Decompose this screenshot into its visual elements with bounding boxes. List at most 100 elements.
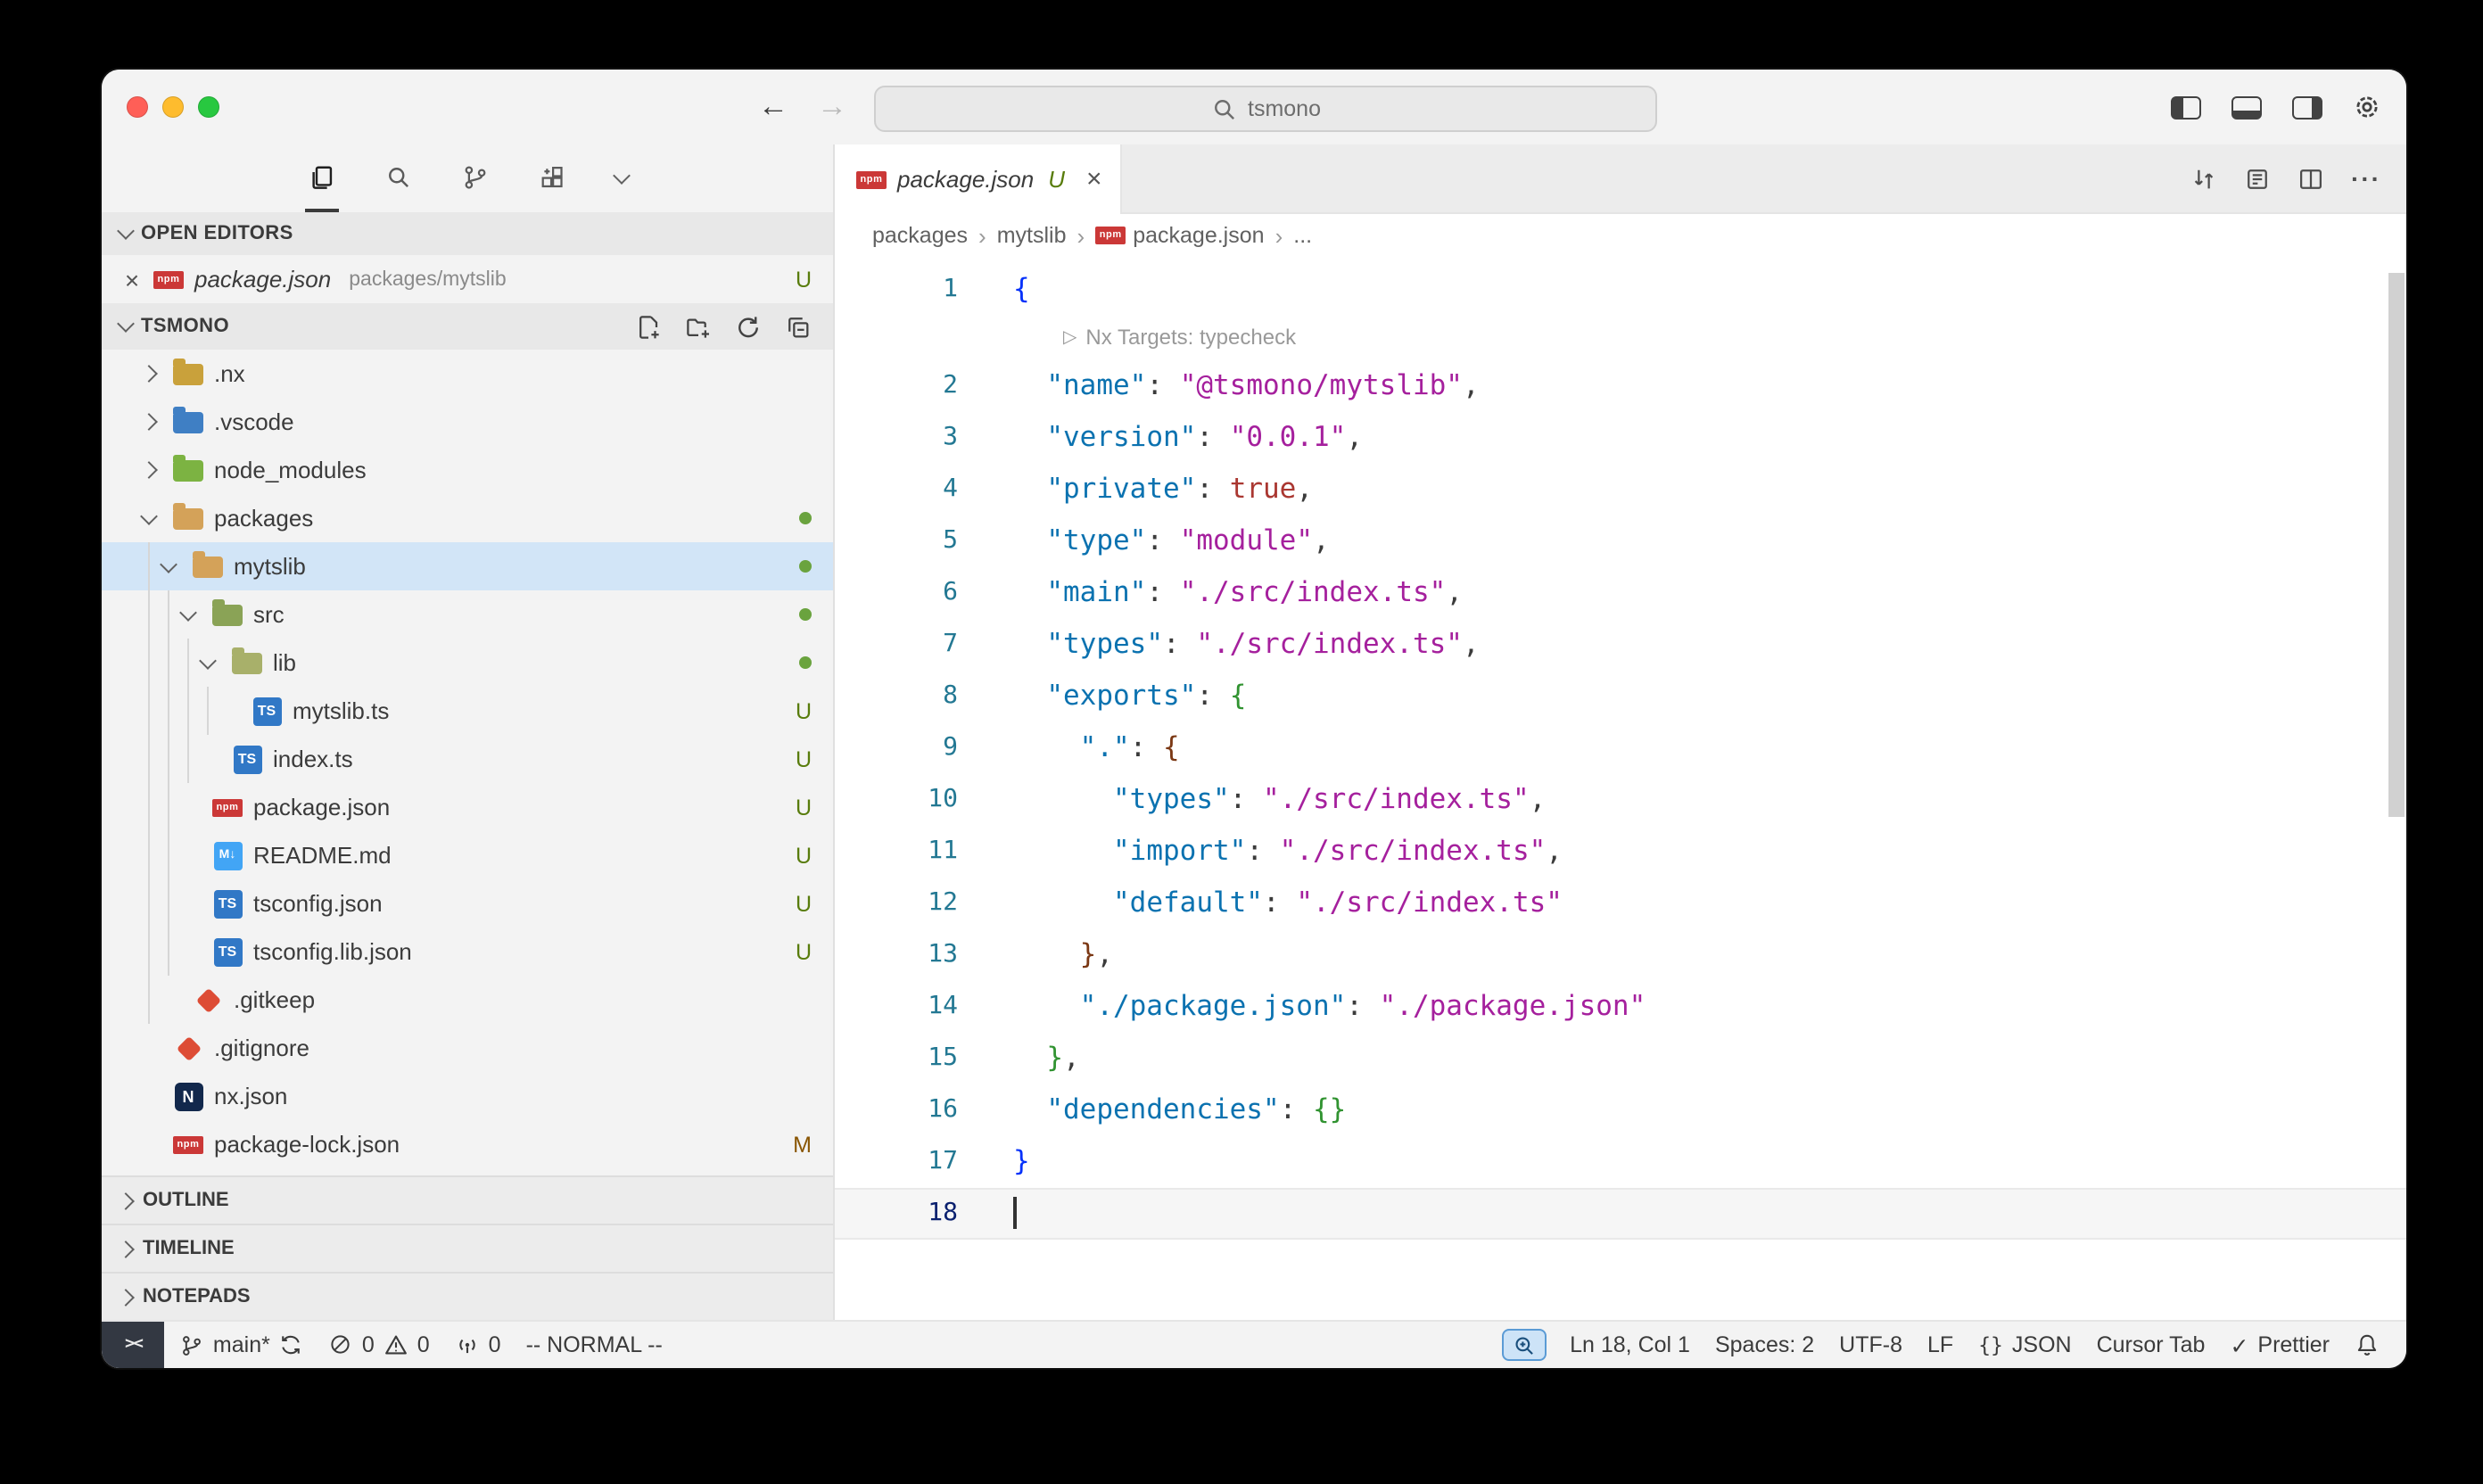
tab-close-icon[interactable]: ×	[1086, 164, 1102, 194]
activity-item-source-control[interactable]	[458, 144, 491, 212]
navigate-back-button[interactable]: ←	[758, 89, 788, 125]
remote-indicator[interactable]: ><	[102, 1322, 165, 1368]
tree-folder-packages[interactable]: packages	[102, 494, 833, 542]
tab-package-json[interactable]: npm package.json U ×	[835, 144, 1122, 214]
navigate-forward-button[interactable]: →	[817, 89, 847, 125]
close-editor-icon[interactable]: ×	[121, 265, 143, 293]
layout-sidebar-left-button[interactable]	[2171, 95, 2201, 119]
activity-item-search[interactable]	[381, 144, 415, 212]
code-line-17[interactable]: 17}	[835, 1136, 2406, 1188]
new-file-button[interactable]	[635, 313, 662, 340]
code-line-9[interactable]: 9 ".": {	[835, 722, 2406, 774]
more-actions-button[interactable]: ···	[2351, 164, 2381, 193]
notifications[interactable]	[2342, 1322, 2392, 1368]
collapse-all-button[interactable]	[785, 313, 812, 340]
code-line-12[interactable]: 12 "default": "./src/index.ts"	[835, 878, 2406, 929]
breadcrumb-item-[interactable]: ...	[1293, 223, 1312, 248]
code-line-8[interactable]: 8 "exports": {	[835, 671, 2406, 722]
code-line-16[interactable]: 16 "dependencies": {}	[835, 1084, 2406, 1136]
compare-changes-button[interactable]	[2190, 165, 2217, 192]
close-window-button[interactable]	[127, 96, 148, 118]
code-editor[interactable]: 1{▷Nx Targets: typecheck2 "name": "@tsmo…	[835, 257, 2406, 1320]
code-line-6[interactable]: 6 "main": "./src/index.ts",	[835, 567, 2406, 619]
indentation[interactable]: Spaces: 2	[1703, 1322, 1827, 1368]
code-line-3[interactable]: 3 "version": "0.0.1",	[835, 412, 2406, 464]
ports[interactable]: 0	[442, 1322, 514, 1368]
activity-item-views-more[interactable]	[611, 144, 631, 212]
layout-sidebar-right-button[interactable]	[2292, 95, 2322, 119]
zoom-window-button[interactable]	[198, 96, 219, 118]
panel-header-timeline[interactable]: TIMELINE	[102, 1224, 833, 1272]
encoding[interactable]: UTF-8	[1827, 1322, 1915, 1368]
git-branch[interactable]: main*	[169, 1322, 317, 1368]
tree-folder-lib[interactable]: lib	[102, 639, 833, 687]
code-line-13[interactable]: 13 },	[835, 929, 2406, 981]
tree-folder-mytslib[interactable]: mytslib	[102, 542, 833, 590]
code-line-7[interactable]: 7 "types": "./src/index.ts",	[835, 619, 2406, 671]
breadcrumb[interactable]: packages›mytslib›npmpackage.json›...	[835, 214, 2406, 257]
activity-item-explorer[interactable]	[304, 144, 338, 212]
formatter[interactable]: ✓Prettier	[2217, 1322, 2342, 1368]
vim-mode[interactable]: -- NORMAL --	[514, 1322, 675, 1368]
tree-file-.gitignore[interactable]: .gitignore	[102, 1024, 833, 1072]
layout-panel-button[interactable]	[2231, 95, 2262, 119]
codelens-action[interactable]: ▷Nx Targets: typecheck	[958, 316, 1296, 360]
problems[interactable]: 00	[317, 1322, 442, 1368]
code-line-1[interactable]: 1{	[835, 264, 2406, 316]
tree-file-nx.json[interactable]: Nnx.json	[102, 1072, 833, 1120]
settings-gear-button[interactable]	[2353, 93, 2381, 121]
minimize-window-button[interactable]	[162, 96, 184, 118]
breadcrumb-item-packagejson[interactable]: npmpackage.json	[1095, 223, 1264, 248]
code-line-11[interactable]: 11 "import": "./src/index.ts",	[835, 826, 2406, 878]
zoom-indicator[interactable]	[1502, 1329, 1547, 1361]
code-line-2[interactable]: 2 "name": "@tsmono/mytslib",	[835, 360, 2406, 412]
language-mode[interactable]: {}JSON	[1966, 1322, 2083, 1368]
eol[interactable]: LF	[1915, 1322, 1966, 1368]
tree-file-tsconfig.lib.json[interactable]: TStsconfig.lib.jsonU	[102, 928, 833, 976]
tree-file-index.ts[interactable]: TSindex.tsU	[102, 735, 833, 783]
refresh-button[interactable]	[735, 313, 762, 340]
tree-file-.gitkeep[interactable]: .gitkeep	[102, 976, 833, 1024]
open-changes-button[interactable]	[2244, 165, 2271, 192]
markdown-file-icon: M↓	[213, 841, 242, 870]
tree-folder-node_modules[interactable]: node_modules	[102, 446, 833, 494]
tree-file-README.md[interactable]: M↓README.mdU	[102, 831, 833, 879]
tree-folder-src[interactable]: src	[102, 590, 833, 639]
tree-file-mytslib.ts[interactable]: TSmytslib.tsU	[102, 687, 833, 735]
code-line-5[interactable]: 5 "type": "module",	[835, 515, 2406, 567]
code-line-18[interactable]: 18	[835, 1188, 2406, 1240]
run-icon: ▷	[1063, 316, 1077, 360]
vertical-scrollbar[interactable]	[2388, 273, 2405, 817]
file-icon-slot	[193, 985, 223, 1014]
breadcrumb-label: mytslib	[997, 223, 1067, 248]
new-folder-button[interactable]	[685, 313, 712, 340]
collapse-all-icon	[785, 313, 812, 340]
problems-warning-icon	[384, 1332, 408, 1357]
activity-item-extensions[interactable]	[534, 144, 568, 212]
tree-file-package.json[interactable]: npmpackage.jsonU	[102, 783, 833, 831]
code-line-4[interactable]: 4 "private": true,	[835, 464, 2406, 515]
open-editor-item-package.json[interactable]: ×npmpackage.jsonpackages/mytslibU	[102, 255, 833, 303]
split-editor-button[interactable]	[2297, 165, 2324, 192]
tree-folder-.vscode[interactable]: .vscode	[102, 398, 833, 446]
tree-item-label: index.ts	[273, 746, 353, 772]
command-center[interactable]: tsmono	[874, 86, 1657, 132]
line-number: 11	[835, 826, 958, 878]
file-icon-slot: TS	[232, 745, 262, 773]
panel-header-outline[interactable]: OUTLINE	[102, 1175, 833, 1224]
tree-folder-.nx[interactable]: .nx	[102, 350, 833, 398]
cursor-tab[interactable]: Cursor Tab	[2084, 1322, 2218, 1368]
tree-file-tsconfig.json[interactable]: TStsconfig.jsonU	[102, 879, 833, 928]
code-line-10[interactable]: 10 "types": "./src/index.ts",	[835, 774, 2406, 826]
code-line-15[interactable]: 15 },	[835, 1033, 2406, 1084]
breadcrumb-item-mytslib[interactable]: mytslib	[997, 223, 1067, 248]
line-number: 10	[835, 774, 958, 826]
panel-header-notepads[interactable]: NOTEPADS	[102, 1272, 833, 1320]
tree-file-package-lock.json[interactable]: npmpackage-lock.jsonM	[102, 1120, 833, 1168]
titlebar[interactable]: ← → tsmono	[102, 70, 2406, 144]
open-editors-header[interactable]: OPEN EDITORS	[102, 212, 833, 255]
cursor-position[interactable]: Ln 18, Col 1	[1557, 1322, 1703, 1368]
breadcrumb-item-packages[interactable]: packages	[872, 223, 968, 248]
code-line-14[interactable]: 14 "./package.json": "./package.json"	[835, 981, 2406, 1033]
explorer-header[interactable]: TSMONO	[102, 303, 833, 350]
